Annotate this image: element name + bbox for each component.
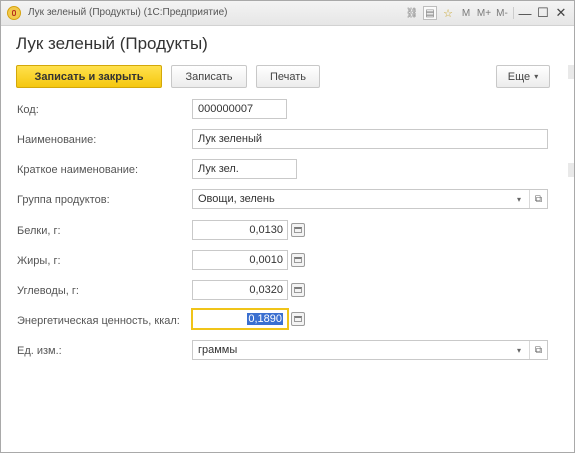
save-button[interactable]: Записать — [171, 65, 247, 88]
protein-label: Белки, г: — [17, 225, 61, 237]
document-icon[interactable]: ▤ — [423, 6, 437, 20]
window-title: Лук зеленый (Продукты) (1С:Предприятие) — [28, 7, 228, 18]
unit-value: граммы — [198, 344, 238, 356]
memory-m-icon[interactable]: M — [459, 6, 473, 20]
carbs-field[interactable]: 0,0320 — [192, 280, 288, 300]
titlebar-controls: ⛓ ▤ ☆ M M+ M- — ☐ ✕ — [405, 5, 568, 21]
memory-plus-icon[interactable]: M+ — [477, 6, 491, 20]
name-field[interactable]: Лук зеленый — [192, 129, 548, 149]
protein-field[interactable]: 0,0130 — [192, 220, 288, 240]
save-and-close-button[interactable]: Записать и закрыть — [16, 65, 162, 88]
product-group-field[interactable]: Овощи, зелень — [192, 189, 548, 209]
open-icon[interactable]: ⧉ — [529, 190, 547, 208]
scroll-marker — [568, 163, 574, 177]
energy-label: Энергетическая ценность, ккал: — [17, 315, 180, 327]
energy-value: 0,1890 — [247, 313, 283, 325]
titlebar-separator — [513, 7, 514, 19]
more-button-label: Еще — [507, 70, 531, 83]
product-group-value: Овощи, зелень — [198, 193, 275, 205]
code-field[interactable]: 000000007 — [192, 99, 287, 119]
unit-label: Ед. изм.: — [17, 345, 62, 357]
star-icon[interactable]: ☆ — [441, 6, 455, 20]
open-icon[interactable]: ⧉ — [529, 341, 547, 359]
minimize-icon[interactable]: — — [518, 6, 532, 21]
unit-field[interactable]: граммы — [192, 340, 548, 360]
fat-field[interactable]: 0,0010 — [192, 250, 288, 270]
app-1c-icon — [7, 6, 21, 20]
code-label: Код: — [17, 104, 39, 116]
window-titlebar: Лук зеленый (Продукты) (1С:Предприятие) … — [1, 1, 574, 26]
short-name-field[interactable]: Лук зел. — [192, 159, 297, 179]
carbs-label: Углеводы, г: — [17, 285, 79, 297]
calculator-icon[interactable] — [291, 283, 305, 297]
product-group-label: Группа продуктов: — [17, 194, 110, 206]
fat-label: Жиры, г: — [17, 255, 61, 267]
energy-field[interactable]: 0,1890 — [191, 308, 289, 330]
chevron-down-icon: ▾ — [534, 72, 539, 81]
calculator-icon[interactable] — [291, 223, 305, 237]
memory-minus-icon[interactable]: M- — [495, 6, 509, 20]
calculator-icon[interactable] — [291, 253, 305, 267]
maximize-icon[interactable]: ☐ — [536, 5, 550, 20]
name-label: Наименование: — [17, 134, 97, 146]
chevron-down-icon[interactable]: ▾ — [511, 341, 527, 359]
form-window: Лук зеленый (Продукты) (1С:Предприятие) … — [0, 0, 575, 453]
more-button[interactable]: Еще ▾ — [496, 65, 550, 88]
print-button[interactable]: Печать — [256, 65, 320, 88]
form-title: Лук зеленый (Продукты) — [16, 34, 208, 53]
scroll-marker — [568, 65, 574, 79]
calculator-icon[interactable] — [291, 312, 305, 326]
short-name-label: Краткое наименование: — [17, 164, 139, 176]
close-icon[interactable]: ✕ — [554, 5, 568, 20]
link-icon[interactable]: ⛓ — [405, 6, 419, 20]
chevron-down-icon[interactable]: ▾ — [511, 190, 527, 208]
